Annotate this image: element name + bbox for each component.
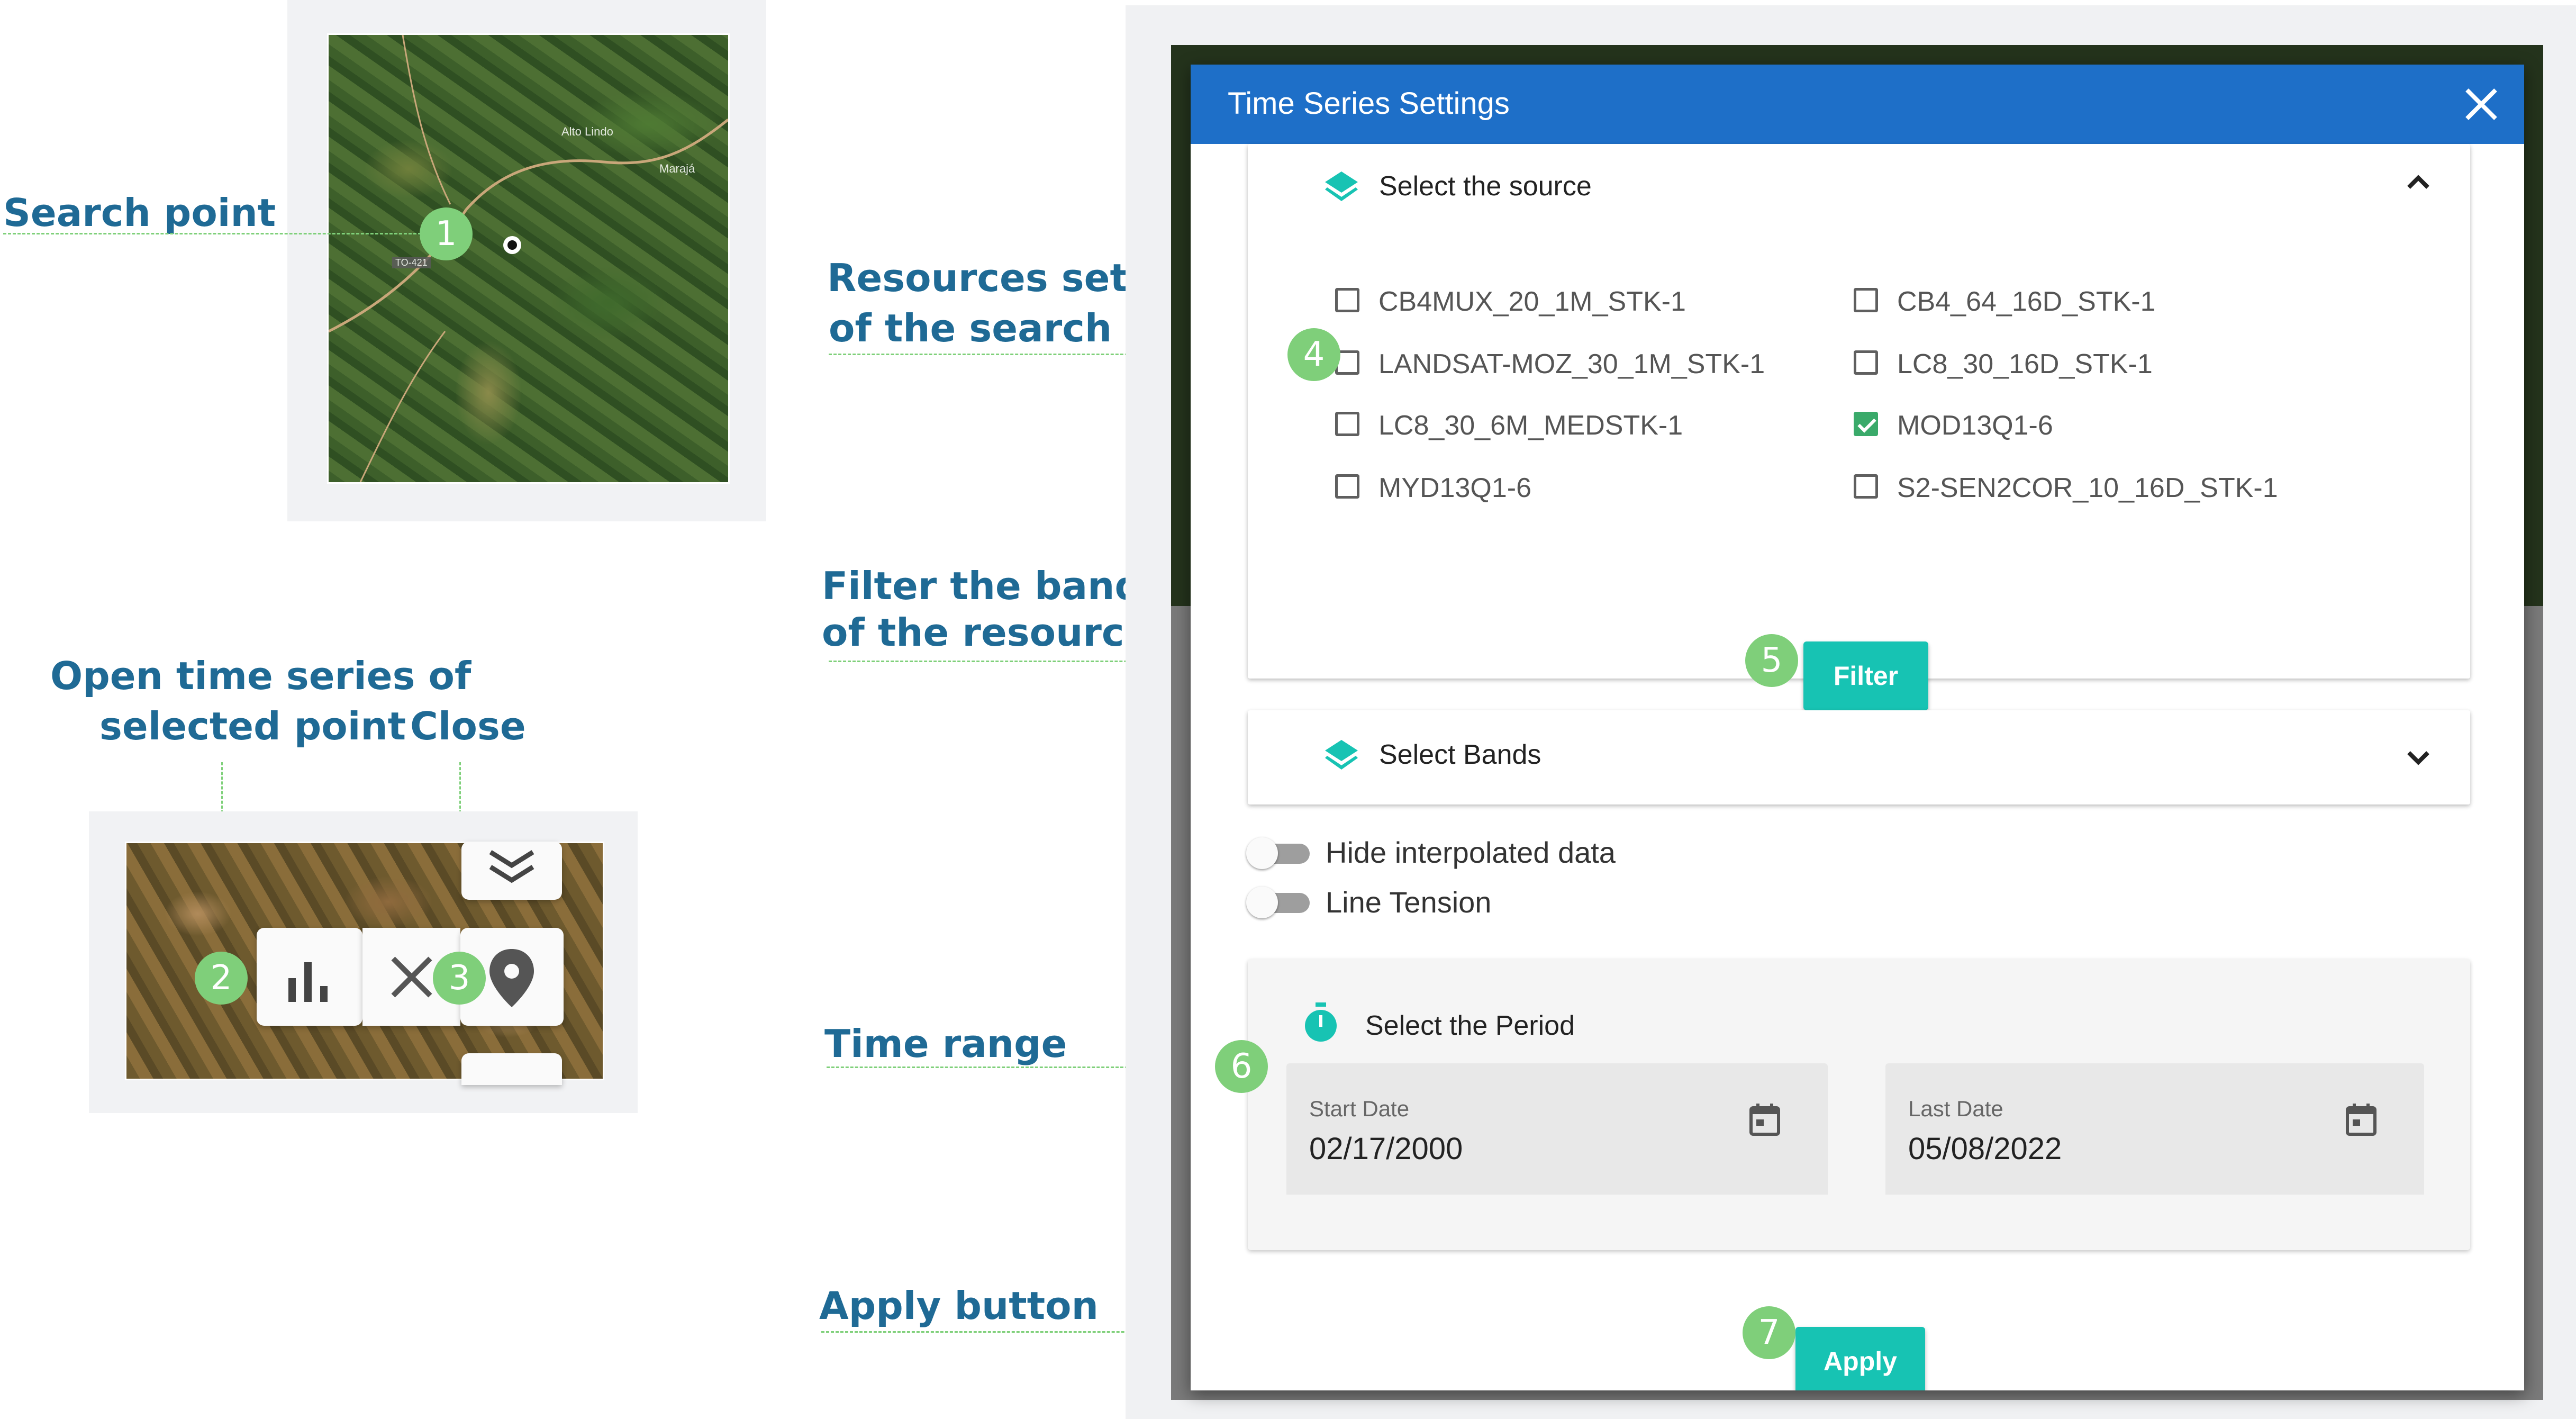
map-place-label: Alto Lindo xyxy=(561,125,613,138)
select-bands-panel[interactable]: Select Bands xyxy=(1248,710,2470,805)
collection-label: MOD13Q1-6 xyxy=(1897,410,2053,441)
dialog-close-button[interactable] xyxy=(2457,80,2505,128)
last-date-value: 05/08/2022 xyxy=(1908,1132,2062,1166)
collection-label: LC8_30_6M_MEDSTK-1 xyxy=(1378,410,1683,441)
collection-label: LANDSAT-MOZ_30_1M_STK-1 xyxy=(1378,349,1765,379)
select-source-panel: Select the source CB4MUX_20_1M_STK-1 CB4… xyxy=(1248,144,2470,710)
start-date-field[interactable]: Start Date 02/17/2000 xyxy=(1286,1063,1828,1195)
collection-checkbox[interactable] xyxy=(1854,288,1878,312)
annotation-filter: of the resources xyxy=(822,610,1173,655)
select-period-panel: Select the Period Start Date 02/17/2000 … xyxy=(1248,959,2470,1250)
map-place-label: Marajá xyxy=(659,162,695,175)
close-icon xyxy=(2465,88,2497,120)
collection-label: MYD13Q1-6 xyxy=(1378,473,1531,503)
apply-button[interactable]: Apply xyxy=(1795,1327,1925,1390)
chevron-down-icon xyxy=(2407,751,2429,765)
collection-option[interactable]: CB4MUX_20_1M_STK-1 xyxy=(1335,284,1811,321)
open-time-series-button[interactable] xyxy=(257,928,362,1026)
collection-checkbox[interactable] xyxy=(1335,288,1359,312)
annotation-badge-2: 2 xyxy=(195,952,248,1005)
double-chevron-down-icon xyxy=(489,850,534,883)
source-panel-title: Select the source xyxy=(1379,171,1592,202)
period-panel-title: Select the Period xyxy=(1365,1010,1575,1041)
bands-panel-title: Select Bands xyxy=(1379,739,1541,770)
calendar-icon[interactable] xyxy=(1747,1101,1783,1137)
search-point-marker[interactable] xyxy=(503,236,521,254)
annotation-badge-3: 3 xyxy=(433,952,486,1005)
start-date-value: 02/17/2000 xyxy=(1309,1132,1463,1166)
collection-option[interactable]: LC8_30_6M_MEDSTK-1 xyxy=(1335,408,1811,445)
hide-interpolated-label: Hide interpolated data xyxy=(1326,836,1616,869)
collection-label: CB4_64_16D_STK-1 xyxy=(1897,286,2156,317)
annotation-time-range: Time range xyxy=(824,1022,1067,1066)
dialog-title: Time Series Settings xyxy=(1228,86,1510,121)
collection-option[interactable]: MOD13Q1-6 xyxy=(1854,408,2330,445)
collection-checkbox[interactable] xyxy=(1335,474,1359,499)
hide-interpolated-toggle[interactable] xyxy=(1246,837,1315,869)
map-road-label: TO-421 xyxy=(392,257,431,268)
annotation-apply: Apply button xyxy=(819,1284,1099,1328)
annotation-leader-1 xyxy=(3,233,421,234)
annotation-badge-6: 6 xyxy=(1215,1040,1268,1093)
layers-icon xyxy=(1325,171,1358,201)
filter-button[interactable]: Filter xyxy=(1803,641,1928,710)
toolbar-partial-button[interactable] xyxy=(461,1053,562,1085)
collection-option[interactable]: LANDSAT-MOZ_30_1M_STK-1 xyxy=(1335,346,1811,383)
annotation-resources: of the search xyxy=(829,306,1112,350)
collection-option[interactable]: S2-SEN2COR_10_16D_STK-1 xyxy=(1854,470,2330,507)
expand-bands-button[interactable] xyxy=(2402,741,2434,779)
collection-option[interactable]: MYD13Q1-6 xyxy=(1335,470,1811,507)
collapse-button[interactable] xyxy=(461,842,562,900)
annotation-badge-1: 1 xyxy=(420,207,473,260)
collection-label: LC8_30_16D_STK-1 xyxy=(1897,349,2153,379)
time-series-settings-dialog: Time Series Settings Select the source C… xyxy=(1191,65,2524,1390)
road-lines xyxy=(329,35,728,482)
annotation-search-point: Search point xyxy=(3,191,276,235)
collection-checkbox[interactable] xyxy=(1854,350,1878,375)
annotation-open-ts: selected point xyxy=(99,704,406,748)
collection-option[interactable]: CB4_64_16D_STK-1 xyxy=(1854,284,2330,321)
annotation-resources: Resources set xyxy=(827,256,1128,300)
collection-option[interactable]: LC8_30_16D_STK-1 xyxy=(1854,346,2330,383)
collection-label: S2-SEN2COR_10_16D_STK-1 xyxy=(1897,473,2278,503)
annotation-close: Close xyxy=(410,704,526,748)
collection-checkbox-checked[interactable] xyxy=(1854,412,1878,436)
annotation-filter: Filter the bands xyxy=(822,564,1165,608)
last-date-caption: Last Date xyxy=(1908,1096,2003,1121)
annotation-badge-7: 7 xyxy=(1743,1306,1795,1359)
search-map[interactable]: Alto Lindo Marajá TO-421 xyxy=(327,33,730,484)
calendar-icon[interactable] xyxy=(2343,1101,2379,1137)
layers-icon xyxy=(1325,740,1358,770)
line-tension-label: Line Tension xyxy=(1326,885,1492,919)
chevron-up-icon xyxy=(2407,175,2429,189)
line-tension-toggle[interactable] xyxy=(1246,887,1315,918)
annotation-badge-5: 5 xyxy=(1745,634,1798,687)
start-date-caption: Start Date xyxy=(1309,1096,1410,1121)
collection-checkbox[interactable] xyxy=(1854,474,1878,499)
dialog-header: Time Series Settings xyxy=(1191,65,2524,144)
last-date-field[interactable]: Last Date 05/08/2022 xyxy=(1885,1063,2424,1195)
annotation-badge-4: 4 xyxy=(1287,328,1340,381)
annotation-open-ts: Open time series of xyxy=(50,654,471,698)
collection-label: CB4MUX_20_1M_STK-1 xyxy=(1378,286,1686,317)
collection-checkbox[interactable] xyxy=(1335,412,1359,436)
bar-chart-icon xyxy=(288,962,328,1002)
collapse-source-button[interactable] xyxy=(2402,166,2434,204)
timer-icon xyxy=(1305,1002,1337,1042)
